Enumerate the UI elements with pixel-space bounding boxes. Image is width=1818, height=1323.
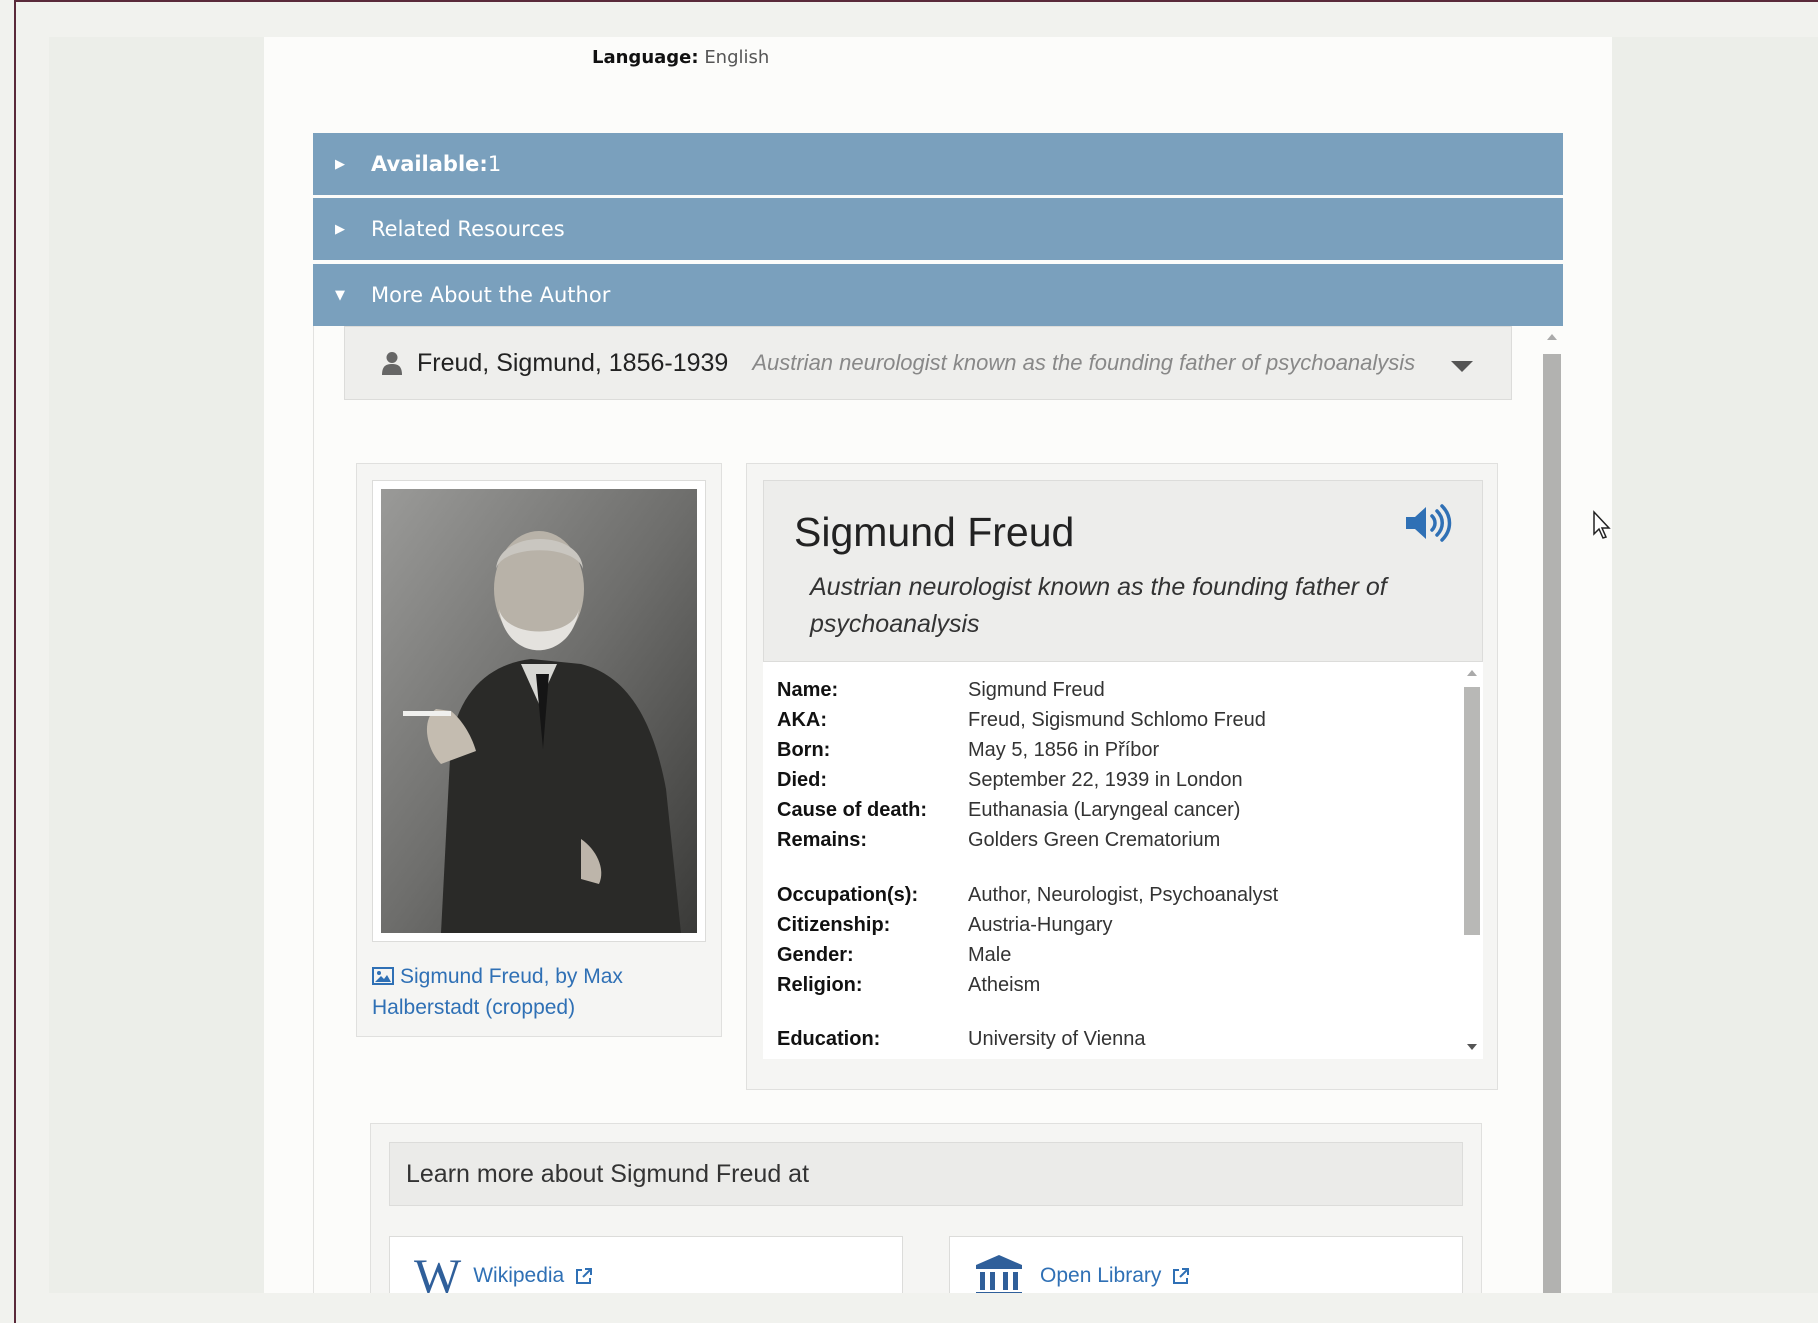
scrollbar-thumb[interactable] xyxy=(1464,687,1480,935)
info-subtitle: Austrian neurologist known as the foundi… xyxy=(810,573,1387,638)
record-content: Language: English ▶ Available: 1 ▶ Relate… xyxy=(264,37,1612,1293)
fact-label: AKA: xyxy=(777,709,827,731)
scrollbar-thumb[interactable] xyxy=(1543,354,1561,1293)
external-link-icon xyxy=(1173,1268,1190,1284)
scroll-up-arrow-icon[interactable] xyxy=(1467,670,1477,676)
fact-value: Male xyxy=(968,944,1012,966)
info-header: Sigmund Freud Austrian neurologist known… xyxy=(763,480,1483,662)
author-bar[interactable]: Freud, Sigmund, 1856-1939 Austrian neuro… xyxy=(344,326,1512,400)
facts-table: Name: Sigmund Freud AKA: Freud, Sigismun… xyxy=(763,662,1483,1059)
fact-value: University of Vienna xyxy=(968,1028,1146,1050)
fact-value: Austria-Hungary xyxy=(968,914,1113,936)
author-description: Austrian neurologist known as the foundi… xyxy=(752,350,1416,375)
fact-label: Gender: xyxy=(777,944,854,966)
photo-credit-link[interactable]: Sigmund Freud, by Max Halberstadt (cropp… xyxy=(372,961,702,1023)
fact-value: Golders Green Crematorium xyxy=(968,829,1221,851)
fact-label: Born: xyxy=(777,739,831,761)
available-count: 1 xyxy=(487,152,502,176)
author-photo[interactable] xyxy=(372,480,706,942)
language-row: Language: English xyxy=(592,47,769,68)
fact-label: Education: xyxy=(777,1028,881,1050)
scroll-up-arrow-icon[interactable] xyxy=(1547,334,1557,340)
language-value: English xyxy=(704,47,770,68)
author-photo-card: Sigmund Freud, by Max Halberstadt (cropp… xyxy=(356,463,722,1037)
open-library-link[interactable]: Open Library xyxy=(949,1236,1463,1293)
portrait-image xyxy=(381,489,697,933)
person-icon xyxy=(382,352,402,375)
related-resources-label: Related Resources xyxy=(371,217,565,241)
fact-value: Sigmund Freud xyxy=(968,679,1105,701)
info-title: Sigmund Freud xyxy=(794,509,1075,555)
fact-value: Freud, Sigismund Schlomo Freud xyxy=(968,709,1266,731)
image-icon xyxy=(372,967,394,985)
accordion-available[interactable]: ▶ Available: 1 xyxy=(313,133,1563,195)
caret-right-icon: ▶ xyxy=(335,221,345,237)
wikipedia-icon: W xyxy=(414,1248,462,1293)
caret-down-icon: ▼ xyxy=(335,287,345,303)
fact-label: Occupation(s): xyxy=(777,884,919,906)
fact-label: Remains: xyxy=(777,829,868,851)
fact-label: Name: xyxy=(777,679,839,701)
learn-more-heading: Learn more about Sigmund Freud at xyxy=(389,1142,1463,1206)
available-label: Available: xyxy=(371,152,488,176)
fact-value: Atheism xyxy=(968,974,1041,996)
wikipedia-label: Wikipedia xyxy=(473,1264,565,1287)
mouse-cursor-icon xyxy=(1593,510,1611,539)
author-info-card: Sigmund Freud Austrian neurologist known… xyxy=(746,463,1498,1090)
author-name: Freud, Sigmund, 1856-1939 xyxy=(417,348,729,377)
fact-value: May 5, 1856 in Příbor xyxy=(968,739,1160,761)
accordion-related-resources[interactable]: ▶ Related Resources xyxy=(313,198,1563,260)
panel-scrollbar[interactable] xyxy=(1541,330,1563,1293)
learn-more-card: Learn more about Sigmund Freud at W Wiki… xyxy=(370,1123,1482,1293)
fact-value: Euthanasia (Laryngeal cancer) xyxy=(968,799,1241,821)
photo-caption-text: Sigmund Freud, by Max Halberstadt (cropp… xyxy=(372,965,623,1019)
fact-label: Died: xyxy=(777,769,827,791)
scroll-down-arrow-icon[interactable] xyxy=(1467,1044,1477,1050)
library-icon xyxy=(976,1255,1022,1293)
language-label: Language: xyxy=(592,47,699,68)
fact-label: Citizenship: xyxy=(777,914,891,936)
speaker-icon[interactable] xyxy=(1404,503,1452,543)
facts-scrollbar[interactable] xyxy=(1461,662,1483,1059)
fact-value: September 22, 1939 in London xyxy=(968,769,1243,791)
external-link-icon xyxy=(576,1268,593,1284)
fact-label: Cause of death: xyxy=(777,799,928,821)
accordion-more-about-author[interactable]: ▼ More About the Author xyxy=(313,264,1563,326)
fact-label: Religion: xyxy=(777,974,863,996)
more-about-author-label: More About the Author xyxy=(371,283,611,307)
caret-right-icon: ▶ xyxy=(335,156,345,172)
fact-value: Author, Neurologist, Psychoanalyst xyxy=(968,884,1279,906)
wikipedia-link[interactable]: W Wikipedia xyxy=(389,1236,903,1293)
open-library-label: Open Library xyxy=(1040,1264,1162,1287)
chevron-down-icon[interactable] xyxy=(1451,361,1473,372)
author-panel: Freud, Sigmund, 1856-1939 Austrian neuro… xyxy=(313,326,1563,1293)
